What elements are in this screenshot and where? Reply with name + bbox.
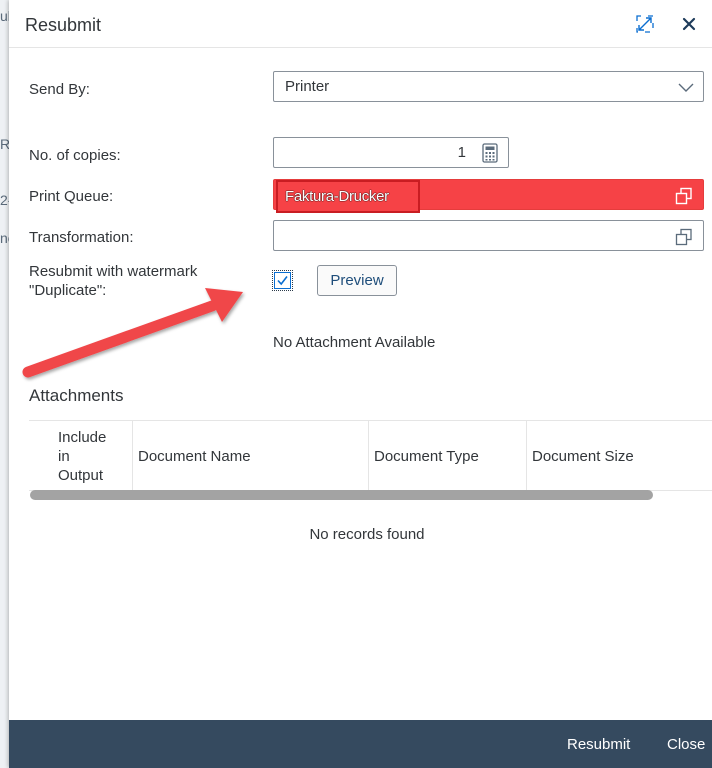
column-document-size[interactable]: Document Size <box>526 421 712 491</box>
expand-icon[interactable] <box>633 12 657 36</box>
copies-stepper[interactable]: 1 <box>273 137 509 168</box>
watermark-checkbox[interactable] <box>272 270 293 291</box>
column-header-text: Output <box>58 467 104 484</box>
checkmark-icon <box>274 272 291 289</box>
dialog-footer: Resubmit Close <box>9 720 712 768</box>
copies-value: 1 <box>457 144 466 161</box>
close-icon[interactable] <box>677 12 701 36</box>
dialog-header: Resubmit <box>9 0 712 48</box>
table-header: Include in Output Document Name Document… <box>29 421 712 491</box>
send-by-select[interactable]: Printer <box>273 71 704 102</box>
column-header-text: Document Size <box>532 448 634 465</box>
column-document-name[interactable]: Document Name <box>132 421 368 491</box>
value-help-icon[interactable] <box>675 228 693 246</box>
transformation-input[interactable] <box>273 220 704 251</box>
horizontal-scrollbar[interactable] <box>30 490 653 500</box>
dialog-title: Resubmit <box>25 15 102 35</box>
resubmit-button[interactable]: Resubmit <box>567 736 630 753</box>
attachments-title: Attachments <box>29 386 124 405</box>
close-button[interactable]: Close <box>667 736 705 753</box>
transformation-label: Transformation: <box>29 229 134 246</box>
send-by-value: Printer <box>285 78 330 95</box>
column-include-in-output[interactable]: Include in Output <box>29 421 132 491</box>
chevron-down-icon <box>677 78 695 96</box>
no-records-text: No records found <box>309 526 425 543</box>
preview-button[interactable]: Preview <box>317 265 397 296</box>
column-header-text: Document Name <box>138 448 251 465</box>
column-header-text: in <box>58 448 70 465</box>
no-attachment-text: No Attachment Available <box>273 334 436 351</box>
copies-label: No. of copies: <box>29 147 121 164</box>
send-by-label: Send By: <box>29 81 90 98</box>
watermark-label-line1: Resubmit with watermark <box>29 263 198 280</box>
column-header-text: Include <box>58 429 107 446</box>
watermark-label-line2: "Duplicate": <box>29 282 107 299</box>
resubmit-dialog: Resubmit Send By: Printer No. of copies:… <box>9 0 712 768</box>
calculator-icon[interactable] <box>482 143 498 163</box>
print-queue-highlight: Faktura-Drucker <box>276 180 420 213</box>
print-queue-label: Print Queue: <box>29 188 114 205</box>
column-document-type[interactable]: Document Type <box>368 421 526 491</box>
print-queue-value: Faktura-Drucker <box>285 188 389 205</box>
print-queue-input[interactable]: Faktura-Drucker <box>273 179 704 213</box>
column-header-text: Document Type <box>374 448 479 465</box>
value-help-icon[interactable] <box>675 187 693 205</box>
